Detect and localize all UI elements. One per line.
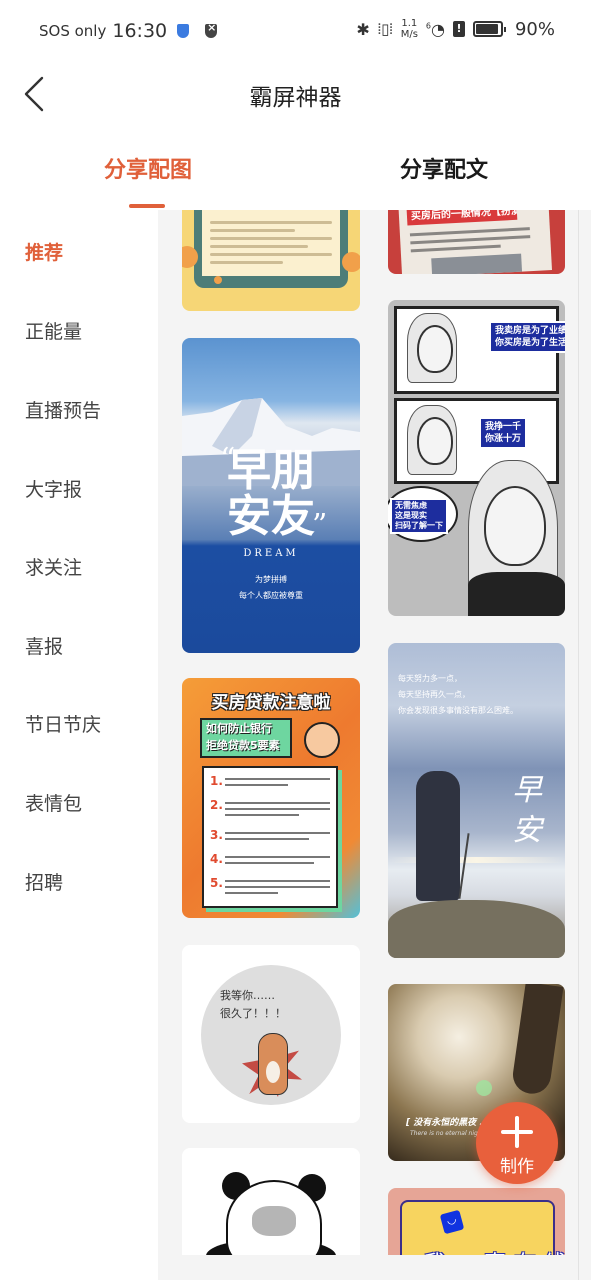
subtitle-1: 为梦拼搏 [255,575,287,584]
security-block-icon [205,21,218,38]
status-bar: SOS only 16:30 ✱ ⦙▯⦙ 1.1 M/s 6◔ ! 90% [0,0,591,66]
sidebar-item-festivals[interactable]: 节日节庆 [25,710,101,737]
headline-line-2: 安友 [227,491,315,542]
sidebar-item-good-news[interactable]: 喜报 [25,632,63,659]
quote-line-3: 你会发现很多事情没有那么困难。 [398,706,518,715]
network-speed: 1.1 M/s [401,18,418,40]
template-card-always-online[interactable]: ◡ 我一直在线 [388,1188,565,1255]
status-right: ✱ ⦙▯⦙ 1.1 M/s 6◔ ! 90% [356,18,555,40]
sidebar-item-follow-request[interactable]: 求关注 [25,553,82,580]
hiker-silhouette [416,771,460,901]
sidebar-item-stickers[interactable]: 表情包 [25,789,82,816]
tab-bar: 分享配图 分享配文 [0,140,591,210]
speech-bubble-3: 无需焦虑 这是现实 扫码了解一下 [390,498,448,534]
tab-active-indicator [129,204,165,208]
decor-dot [342,252,360,272]
sidebar-item-recruitment[interactable]: 招聘 [25,868,63,895]
tab-share-text[interactable]: 分享配文 [400,152,488,184]
panda-face [252,1206,296,1236]
tip-item: 1. [210,774,330,790]
tab-share-image[interactable]: 分享配图 [104,152,192,184]
sidebar-item-positive-energy[interactable]: 正能量 [25,317,82,344]
lens-glow [476,1080,492,1096]
trekking-pole [458,833,470,899]
decor-dot [214,276,222,284]
sticker-text-1: 我等你…… [220,989,275,1002]
tip-item: 3. [210,828,330,844]
bluetooth-icon: ✱ [356,19,370,39]
carrier-text: SOS only [39,22,107,40]
title-bar: 霸屏神器 [0,66,591,126]
thought-cloud: 无需焦虑 这是现实 扫码了解一下 [388,486,458,542]
battery-percent: 90% [514,18,555,40]
sidebar-item-big-poster[interactable]: 大字报 [25,475,82,502]
poster-title: 买房贷款注意啦 [211,693,331,713]
alert-icon: ! [452,21,465,37]
tip-item: 4. [210,852,330,868]
scrollbar-track [578,210,579,1280]
speech-bubble-1: 我卖房是为了业绩 你买房是为了生活 [489,321,565,353]
quote-line-1: 每天努力多一点， [398,674,462,683]
comic-face [484,486,546,566]
quote-chinese: [ 没有永恒的黑夜 . [406,1118,483,1128]
template-card-dog-sticker[interactable]: 我等你…… 很久了！！！ [182,945,360,1123]
network-speed-value: 1.1 [401,18,418,29]
clock: 16:30 [112,20,168,42]
dog-belly [266,1061,280,1083]
template-grid-scroll[interactable]: 买房后的一般情况【扮演】 “ 早朋 安友 ” DREAM 为梦拼搏 每个人都应被 [158,210,578,1255]
online-text: 我一直在线 [424,1246,565,1255]
sidebar-item-recommended[interactable]: 推荐 [25,238,63,265]
template-card-tax-notice[interactable] [182,210,360,311]
sticker-text-2: 很久了！！！ [220,1007,286,1020]
shopping-bag-icon: ◡ [439,1209,465,1235]
leg-silhouette [510,984,564,1097]
template-card-newspaper[interactable]: 买房后的一般情况【扮演】 [388,210,565,274]
sidebar-item-live-preview[interactable]: 直播预告 [25,396,101,423]
card-inner: ◡ 我一直在线 [400,1200,565,1255]
cartoon-man [304,722,340,758]
template-card-good-morning-hiker[interactable]: 每天努力多一点， 每天坚持再久一点， 你会发现很多事情没有那么困难。 早 安 [388,643,565,958]
vibrate-icon: ⦙▯⦙ [377,20,393,38]
create-button-label: 制作 [500,1157,534,1177]
poster-subtitle: 如何防止银行 拒绝贷款5要素 [200,718,292,758]
headline-line-1: 早朋 [227,445,315,496]
poster-subtitle-2: 拒绝贷款5要素 [206,739,280,752]
quote-line-2: 每天坚持再久一点， [398,690,470,699]
english-word: DREAM [243,548,299,559]
comic-panel-1: 我卖房是为了业绩 你买房是为了生活 [394,306,565,394]
newspaper-sheet: 买房后的一般情况【扮演】 [398,210,552,274]
card-paper [202,210,340,276]
create-button[interactable]: 制作 [476,1102,558,1184]
quote-english: There is no eternal night [410,1130,484,1137]
headline-1: 早 [512,773,542,808]
battery-icon [472,21,506,37]
page-title: 霸屏神器 [249,85,342,111]
template-card-comic[interactable]: 我卖房是为了业绩 你买房是为了生活 我挣一千 你涨十万 无需焦虑 这是现实 扫码… [388,300,565,616]
close-quote: ” [312,508,328,543]
plus-icon-vertical [515,1116,519,1148]
tip-item: 5. [210,876,330,898]
newspaper-banner: 买房后的一般情况【扮演】 [406,210,518,226]
template-card-good-morning-mountain[interactable]: “ 早朋 安友 ” DREAM 为梦拼搏 每个人都应被尊重 [182,338,360,653]
tip-item: 2. [210,798,330,820]
tips-list: 1. 2. 3. 4. 5. [202,766,338,908]
category-sidebar: 推荐 正能量 直播预告 大字报 求关注 喜报 节日节庆 表情包 招聘 [0,210,158,1280]
headline-2: 安 [512,813,542,848]
newspaper-photo [431,253,523,274]
poster-subtitle-1: 如何防止银行 [206,722,272,735]
subtitle-2: 每个人都应被尊重 [239,591,303,600]
comic-jacket [468,572,565,616]
network-speed-unit: M/s [400,29,418,40]
speech-bubble-2: 我挣一千 你涨十万 [479,417,528,449]
template-card-loan-tips[interactable]: 买房贷款注意啦 如何防止银行 拒绝贷款5要素 1. 2. 3. 4. 5. [182,678,360,918]
wifi-icon: 6◔ [425,19,445,39]
light-flare [388,857,565,863]
status-left: SOS only 16:30 [39,20,218,42]
battery-level [475,24,498,34]
shield-icon [177,24,190,38]
headline: 早朋 安友 [182,448,360,540]
template-card-panda-meme[interactable] [182,1148,360,1255]
rock [388,900,565,958]
